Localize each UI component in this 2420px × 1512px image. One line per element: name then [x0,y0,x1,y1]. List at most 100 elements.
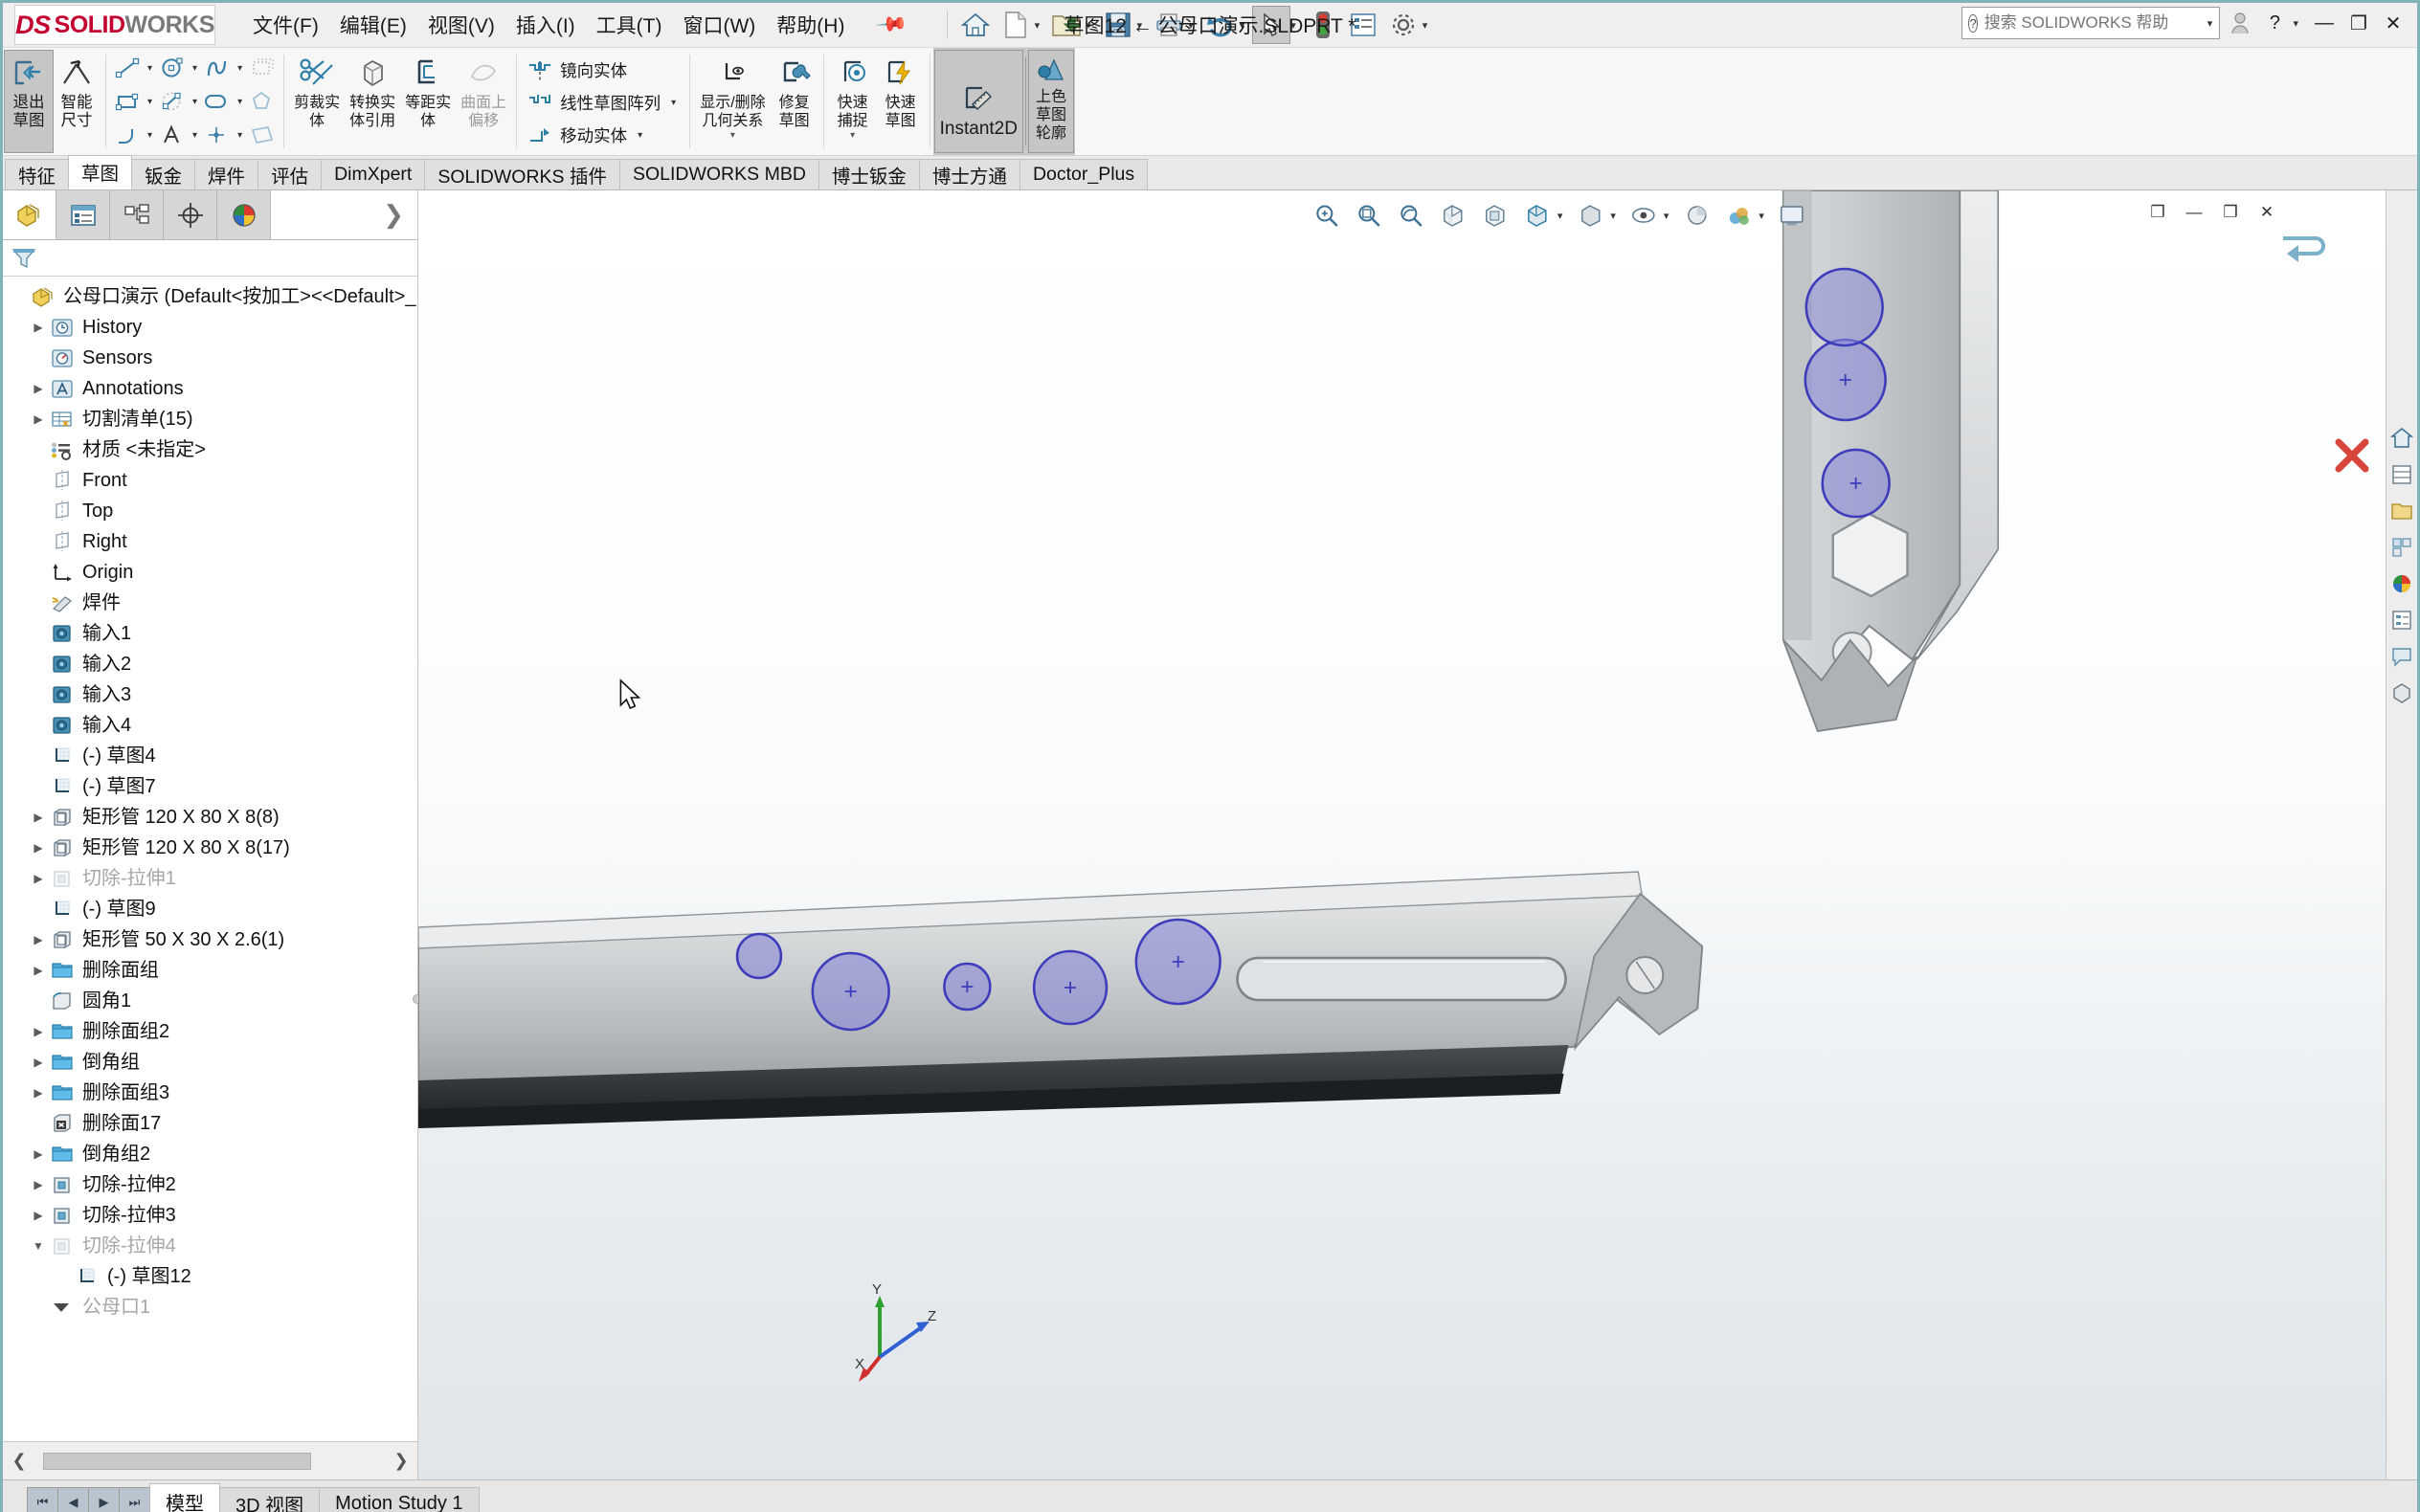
close-button[interactable]: ✕ [2379,9,2408,37]
chevron-down-icon[interactable]: ▾ [1610,210,1616,222]
hide-show-items-icon[interactable] [1570,198,1610,233]
linear-sketch-pattern-button[interactable]: 线性草图阵列 ▾ [522,89,684,117]
menu-item-tools[interactable]: 工具(T) [586,7,673,43]
tree-expander[interactable]: ▶ [28,1086,49,1100]
tab-dimxpert[interactable]: DimXpert [321,159,426,189]
exit-sketch-button[interactable]: 退出 草图 [4,50,54,153]
tree-expander[interactable]: ▶ [28,321,49,334]
tree-expander[interactable]: ▶ [28,964,49,977]
chevron-down-icon[interactable]: ▾ [1290,19,1296,32]
tree-item-plane-front[interactable]: Front [3,465,417,496]
tree-expander[interactable]: ▶ [28,412,49,426]
scrollbar-thumb[interactable] [43,1452,311,1470]
chevron-down-icon[interactable]: ▾ [144,130,156,141]
chevron-down-icon[interactable]: ▾ [189,63,201,74]
tree-item-weldment[interactable]: 焊件 [3,588,417,618]
tree-item-structural-member-2[interactable]: ▶ 矩形管 120 X 80 X 8(17) [3,833,417,863]
document-maximize-button[interactable]: ❐ [2214,198,2247,227]
tree-item-origin[interactable]: Origin [3,557,417,588]
menu-item-help[interactable]: 帮助(H) [766,7,855,43]
appearances-scenes-icon[interactable] [2389,570,2415,596]
move-entities-button[interactable]: 移动实体 ▾ [522,122,684,149]
tab-features[interactable]: 特征 [5,159,70,189]
chevron-down-icon[interactable]: ▾ [730,130,735,141]
chevron-down-icon[interactable]: ▾ [1240,19,1245,32]
scroll-right-icon[interactable]: ❯ [391,1451,412,1471]
file-explorer-icon[interactable] [2389,498,2415,523]
tree-item-cutlist[interactable]: ▶ 切割清单(15) [3,404,417,434]
select-pointer-icon[interactable] [1252,6,1291,44]
menu-item-file[interactable]: 文件(F) [242,7,329,43]
tree-item-plane-top[interactable]: Top [3,496,417,526]
document-restore-button[interactable]: ❐ [2141,198,2174,227]
arc-icon[interactable] [156,85,189,118]
chevron-down-icon[interactable]: ▾ [634,130,646,141]
rectangle-icon[interactable] [111,85,144,118]
rebuild-traffic-light-icon[interactable] [1304,6,1342,44]
undo-icon[interactable] [1201,6,1240,44]
nav-first-button[interactable]: ⏮ [27,1487,58,1512]
chevron-down-icon[interactable]: ▾ [1188,19,1194,32]
chevron-down-icon[interactable]: ▾ [1664,210,1669,222]
sketch-confirm-cancel-icon[interactable] [2331,434,2373,482]
chevron-down-icon[interactable]: ▾ [234,130,246,141]
tree-item-folder-deleteface-1[interactable]: ▶ 删除面组 [3,955,417,986]
chevron-down-icon[interactable]: ▾ [189,130,201,141]
bottom-tab-model[interactable]: 模型 [149,1483,220,1512]
section-view-icon[interactable] [1433,198,1473,233]
configuration-manager-tab[interactable] [110,190,164,239]
tree-item-sketch-7[interactable]: (-) 草图7 [3,771,417,802]
zoom-to-area-icon[interactable] [1349,198,1389,233]
chevron-down-icon[interactable]: ▾ [1423,19,1428,32]
save-icon[interactable] [1099,6,1137,44]
tree-item-import-1[interactable]: 输入1 [3,618,417,649]
tab-sketch[interactable]: 草图 [68,155,133,189]
home-icon[interactable] [956,6,995,44]
chevron-down-icon[interactable]: ▾ [1086,19,1091,32]
tree-expander[interactable]: ▶ [28,1147,49,1161]
convert-entities-button[interactable]: 转换实 体引用 [345,51,400,152]
instant2d-button[interactable]: Instant2D [933,50,1023,153]
tree-item-import-4[interactable]: 输入4 [3,710,417,741]
tab-evaluate[interactable]: 评估 [258,159,323,189]
tree-item-sensors[interactable]: Sensors [3,343,417,373]
help-search-box[interactable]: ? ▾ [1961,7,2221,39]
tree-item-structural-member-1[interactable]: ▶ 矩形管 120 X 80 X 8(8) [3,802,417,833]
repair-sketch-button[interactable]: 修复 草图 [771,51,818,152]
smart-dimension-button[interactable]: 智能 尺寸 [53,51,101,152]
feature-manager-expand-button[interactable]: ❯ [271,190,417,239]
tree-item-extruded-cut-1[interactable]: ▶ 切除-拉伸1 [3,863,417,894]
nav-prev-button[interactable]: ◀ [57,1487,89,1512]
view-orientation-icon[interactable] [1475,198,1515,233]
feature-manager-hscroll-bar[interactable]: ❮ ❯ [3,1441,417,1479]
document-minimize-button[interactable]: — [2178,198,2210,227]
chevron-down-icon[interactable]: ▾ [189,97,201,107]
search-input[interactable] [1983,13,2196,33]
user-account-icon[interactable] [2226,9,2254,37]
tab-solidworks-mbd[interactable]: SOLIDWORKS MBD [618,159,819,189]
tree-item-sketch-4[interactable]: (-) 草图4 [3,741,417,771]
quick-snaps-button[interactable]: 快速 捕捉 ▾ [829,51,877,152]
tree-item-annotations[interactable]: ▶ Annotations [3,373,417,404]
bottom-tab-motion-study[interactable]: Motion Study 1 [319,1487,480,1512]
display-manager-tab[interactable] [217,190,271,239]
tree-item-folder-chamfer-2[interactable]: ▶ 倒角组2 [3,1139,417,1169]
tree-item-folder-deleteface-2[interactable]: ▶ 删除面组2 [3,1016,417,1047]
chevron-down-icon[interactable]: ▾ [144,63,156,74]
chevron-down-icon[interactable]: ▾ [2293,17,2298,30]
display-delete-relations-button[interactable]: 显示/删除 几何关系 ▾ [695,51,770,152]
tab-doctor-sheetmetal[interactable]: 博士钣金 [818,159,920,189]
tree-item-material[interactable]: 材质 <未指定> [3,434,417,465]
tree-item-structural-member-3[interactable]: ▶ 矩形管 50 X 30 X 2.6(1) [3,924,417,955]
trim-entities-button[interactable]: 剪裁实 体 [289,51,345,152]
chevron-down-icon[interactable]: ▾ [1557,210,1563,222]
bottom-tab-3dviews[interactable]: 3D 视图 [219,1487,321,1512]
menu-item-view[interactable]: 视图(V) [417,7,505,43]
sw-resources-icon[interactable] [2389,425,2415,451]
mirror-entities-button[interactable]: 镜向实体 [522,56,684,84]
tree-expander[interactable]: ▶ [28,1025,49,1038]
tree-expander[interactable]: ▶ [28,1209,49,1222]
settings-gear-icon[interactable] [1384,6,1423,44]
chevron-down-icon[interactable]: ▾ [1035,19,1041,32]
fillet-icon[interactable] [111,119,144,151]
